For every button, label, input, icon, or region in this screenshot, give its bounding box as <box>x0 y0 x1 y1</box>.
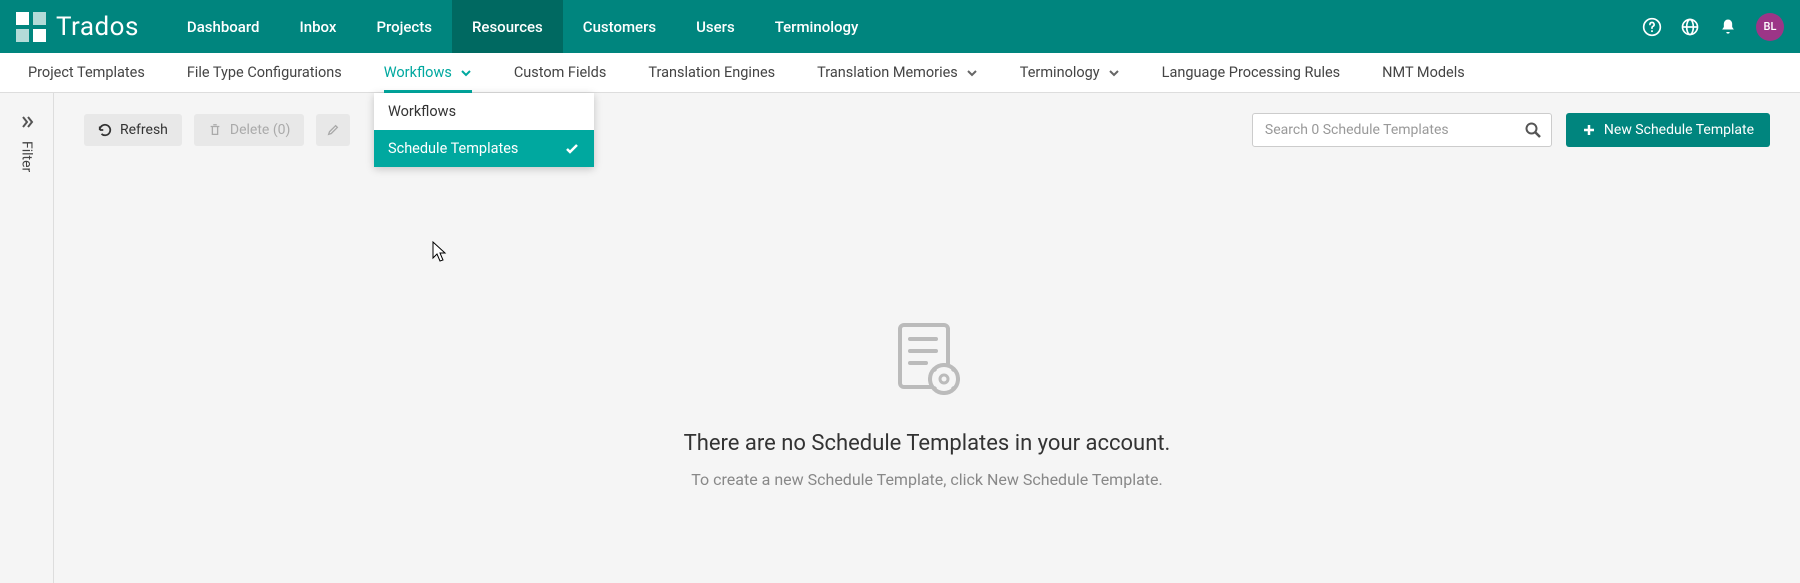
subnav-item-custom-fields[interactable]: Custom Fields <box>514 53 607 93</box>
nav-item-customers[interactable]: Customers <box>563 0 676 53</box>
subnav-item-terminology[interactable]: Terminology <box>1020 53 1120 93</box>
subnav-item-file-type-configurations[interactable]: File Type Configurations <box>187 53 342 93</box>
new-schedule-template-button-label: New Schedule Template <box>1604 122 1754 138</box>
delete-button: Delete (0) <box>194 114 304 146</box>
toolbar-right-group: New Schedule Template <box>1252 113 1770 147</box>
chevron-down-icon <box>966 67 978 79</box>
chevron-down-icon <box>1108 67 1120 79</box>
filter-sidebar-label: Filter <box>19 141 35 172</box>
page-toolbar: Refresh Delete (0) <box>84 113 1770 147</box>
refresh-icon <box>98 123 112 137</box>
empty-state-subtitle: To create a new Schedule Template, click… <box>84 470 1770 489</box>
language-globe-icon[interactable] <box>1680 17 1700 37</box>
brand-logo-container[interactable]: Trados <box>16 12 167 42</box>
dropdown-item-workflows-label: Workflows <box>388 103 456 120</box>
plus-icon <box>1582 123 1596 137</box>
nav-item-terminology[interactable]: Terminology <box>755 0 879 53</box>
nav-item-users[interactable]: Users <box>676 0 755 53</box>
subnav-item-workflows[interactable]: Workflows <box>384 53 472 93</box>
subnav-item-language-processing-rules[interactable]: Language Processing Rules <box>1162 53 1341 93</box>
subnav-item-translation-memories-label: Translation Memories <box>817 64 958 81</box>
main-panel: Refresh Delete (0) <box>54 93 1800 583</box>
refresh-button-label: Refresh <box>120 122 168 138</box>
refresh-button[interactable]: Refresh <box>84 114 182 146</box>
search-input[interactable] <box>1252 113 1552 147</box>
subnav-item-project-templates[interactable]: Project Templates <box>28 53 145 93</box>
dropdown-item-schedule-templates[interactable]: Schedule Templates <box>374 130 594 167</box>
subnav-item-terminology-label: Terminology <box>1020 64 1100 81</box>
edit-icon <box>326 123 340 137</box>
empty-state-title: There are no Schedule Templates in your … <box>84 431 1770 456</box>
subnav-item-nmt-models[interactable]: NMT Models <box>1382 53 1465 93</box>
subnav-item-translation-memories[interactable]: Translation Memories <box>817 53 978 93</box>
nav-item-dashboard[interactable]: Dashboard <box>167 0 280 53</box>
nav-item-projects[interactable]: Projects <box>356 0 452 53</box>
topbar-actions: BL <box>1642 13 1784 41</box>
brand-name: Trados <box>56 12 139 42</box>
toolbar-left-group: Refresh Delete (0) <box>84 114 350 146</box>
dropdown-item-workflows[interactable]: Workflows <box>374 93 594 130</box>
chevron-down-icon <box>460 67 472 79</box>
expand-sidebar-icon[interactable] <box>18 113 36 131</box>
top-navigation-bar: Trados Dashboard Inbox Projects Resource… <box>0 0 1800 53</box>
trash-icon <box>208 123 222 137</box>
content-area: Filter Refresh Delete (0) <box>0 93 1800 583</box>
new-schedule-template-button[interactable]: New Schedule Template <box>1566 113 1770 147</box>
nav-item-inbox[interactable]: Inbox <box>280 0 357 53</box>
empty-document-gear-icon <box>882 317 972 407</box>
edit-button <box>316 114 350 146</box>
check-icon <box>564 141 580 157</box>
subnav-item-workflows-label: Workflows <box>384 64 452 81</box>
primary-navigation: Dashboard Inbox Projects Resources Custo… <box>167 0 878 53</box>
trados-logo-icon <box>16 12 46 42</box>
workflows-dropdown-menu: Workflows Schedule Templates <box>374 93 594 167</box>
empty-state: There are no Schedule Templates in your … <box>84 147 1770 489</box>
delete-button-label: Delete (0) <box>230 122 290 138</box>
nav-item-resources[interactable]: Resources <box>452 0 563 53</box>
search-container <box>1252 113 1552 147</box>
user-avatar[interactable]: BL <box>1756 13 1784 41</box>
subnav-item-translation-engines[interactable]: Translation Engines <box>648 53 775 93</box>
resources-subnav: Project Templates File Type Configuratio… <box>0 53 1800 93</box>
filter-sidebar: Filter <box>0 93 54 583</box>
dropdown-item-schedule-templates-label: Schedule Templates <box>388 140 518 157</box>
notifications-bell-icon[interactable] <box>1718 17 1738 37</box>
help-icon[interactable] <box>1642 17 1662 37</box>
search-icon[interactable] <box>1524 121 1542 139</box>
